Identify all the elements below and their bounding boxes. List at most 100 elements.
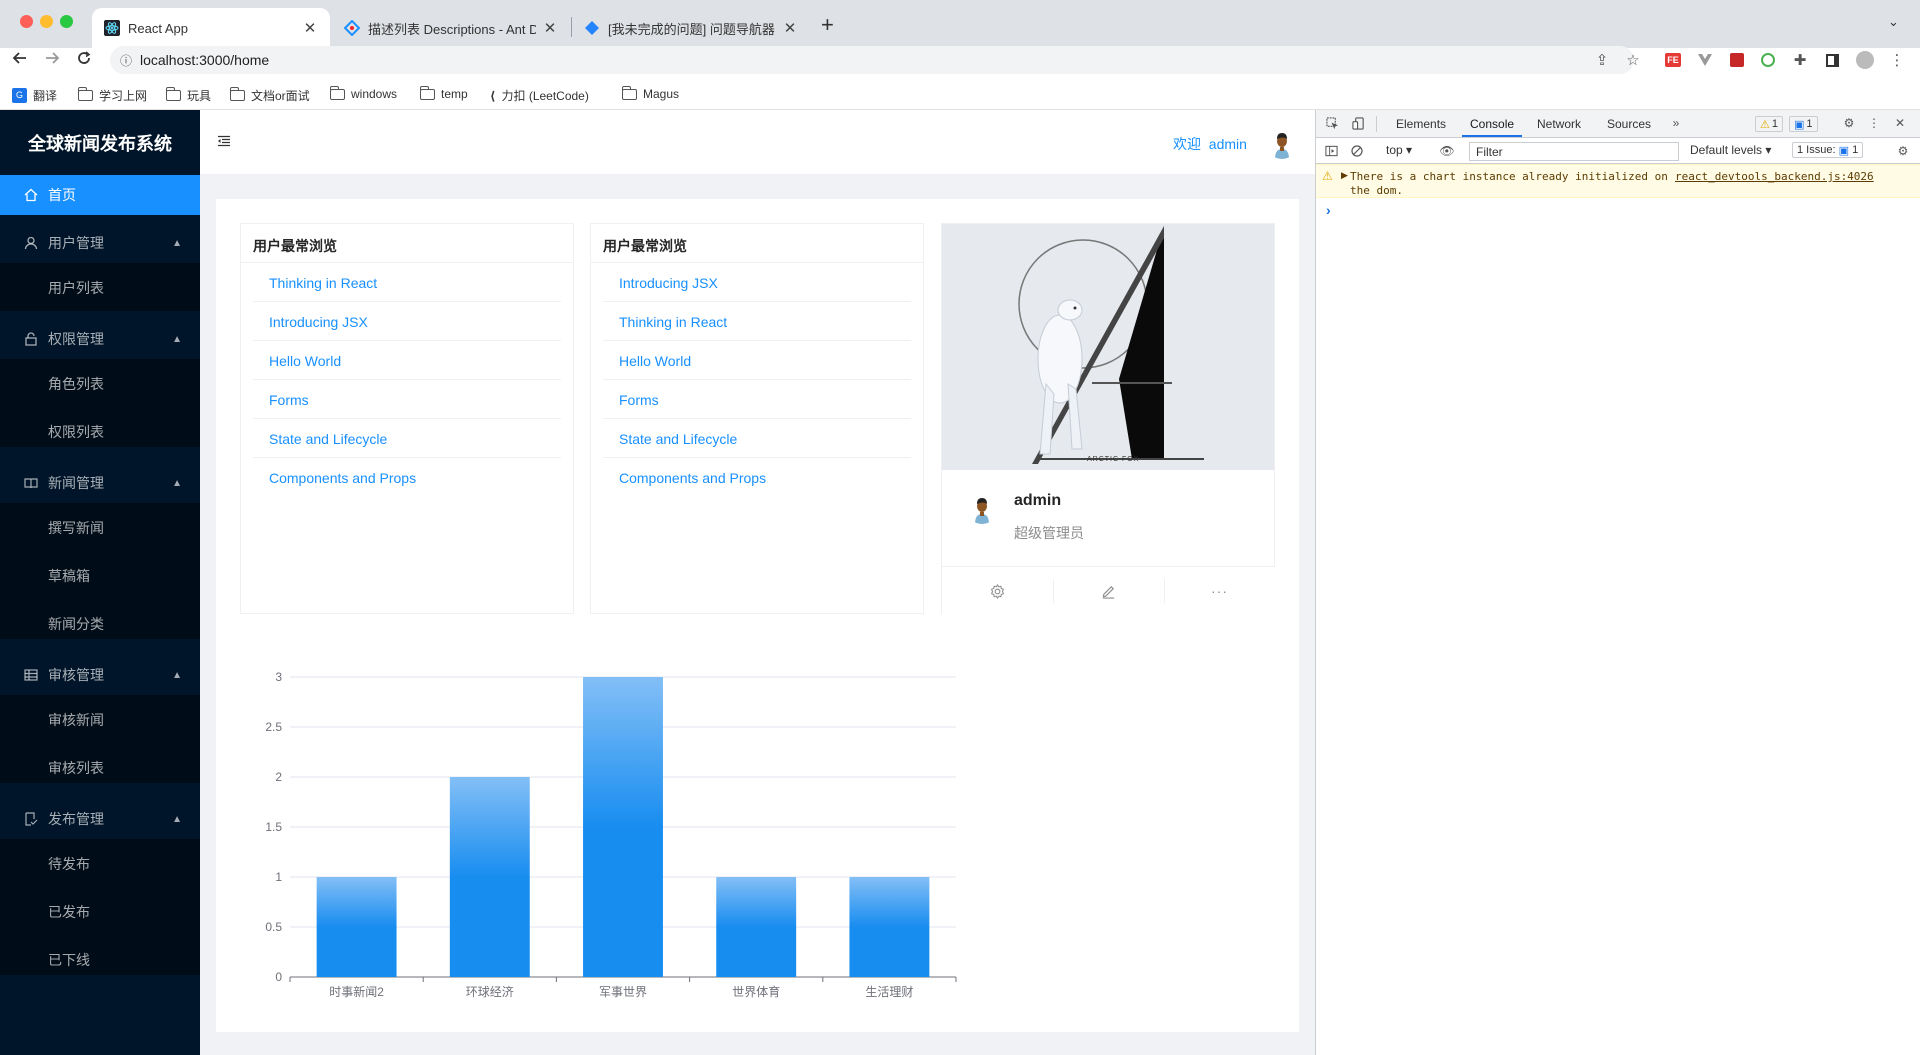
user-avatar[interactable] (1266, 127, 1298, 159)
site-info-icon[interactable]: ⓘ (120, 52, 132, 69)
menu-item-unpublished[interactable]: 待发布 (0, 843, 200, 883)
chevron-up-icon: ▲ (172, 477, 182, 489)
extension-vue-icon[interactable] (1695, 50, 1715, 70)
clear-console-icon[interactable] (1349, 143, 1365, 159)
bookmark-folder[interactable]: 学习上网 (77, 87, 147, 104)
message-count-badge[interactable]: ▣ 1 (1789, 116, 1818, 132)
forward-arrow-icon[interactable] (44, 50, 60, 71)
list-item[interactable]: Forms (603, 380, 911, 419)
menu-item-role-list[interactable]: 角色列表 (0, 363, 200, 403)
devtools-tab-elements[interactable]: Elements (1396, 117, 1446, 131)
bar[interactable] (583, 677, 663, 977)
devtools-menu-icon[interactable]: ⋮ (1866, 115, 1882, 131)
menu-item-published[interactable]: 已发布 (0, 891, 200, 931)
live-expression-eye-icon[interactable]: 👁 (1439, 143, 1455, 159)
menu-group-audit[interactable]: 审核管理 ▲ (0, 655, 200, 695)
browser-tab-ant-design[interactable]: 描述列表 Descriptions - Ant Design ✕ (332, 8, 570, 48)
bookmark-folder[interactable]: Magus (621, 85, 680, 101)
bookmark-leetcode[interactable]: ⟨ 力扣 (LeetCode) (490, 87, 589, 104)
log-levels-dropdown[interactable]: Default levels ▾ (1690, 143, 1771, 157)
address-bar[interactable]: ⓘ localhost:3000/home (110, 46, 1634, 74)
menu-item-sunset[interactable]: 已下线 (0, 939, 200, 979)
devtools-tab-network[interactable]: Network (1537, 117, 1581, 131)
reload-icon[interactable] (76, 50, 92, 71)
console-prompt[interactable]: › (1326, 202, 1331, 218)
devtools-tab-sources[interactable]: Sources (1607, 117, 1651, 131)
close-tab-icon[interactable]: ✕ (782, 19, 798, 37)
bookmark-label: Magus (643, 87, 680, 101)
list-item[interactable]: Hello World (253, 341, 561, 380)
list-item[interactable]: Thinking in React (603, 302, 911, 341)
warning-source-link[interactable]: react_devtools_backend.js:4026 (1675, 170, 1874, 183)
bookmark-translate[interactable]: G 翻译 (12, 87, 57, 104)
side-panel-icon[interactable] (1822, 50, 1842, 70)
issues-badge[interactable]: 1 Issue: ▣ 1 (1792, 142, 1864, 158)
menu-item-drafts[interactable]: 草稿箱 (0, 555, 200, 595)
more-button[interactable]: ··· (1164, 567, 1275, 615)
browser-tab-react-app[interactable]: React App ✕ (92, 8, 330, 48)
close-window-button[interactable] (20, 15, 33, 28)
new-tab-button[interactable]: + (821, 12, 834, 38)
list-item[interactable]: Components and Props (603, 458, 911, 497)
more-tabs-icon[interactable]: » (1668, 115, 1684, 131)
devtools-close-icon[interactable]: ✕ (1892, 115, 1908, 131)
console-filter-input[interactable]: Filter (1469, 142, 1679, 161)
list-item[interactable]: Introducing JSX (253, 302, 561, 341)
menu-item-right-list[interactable]: 权限列表 (0, 411, 200, 451)
devtools-settings-icon[interactable]: ⚙ (1841, 115, 1857, 131)
minimize-window-button[interactable] (40, 15, 53, 28)
menu-group-permission[interactable]: 权限管理 ▲ (0, 319, 200, 359)
list-item[interactable]: Hello World (603, 341, 911, 380)
browser-menu-icon[interactable]: ⋮ (1887, 50, 1907, 70)
menu-item-audit-list[interactable]: 审核列表 (0, 747, 200, 787)
close-tab-icon[interactable]: ✕ (542, 19, 558, 37)
maximize-window-button[interactable] (60, 15, 73, 28)
tab-search-chevron-icon[interactable]: ⌄ (1888, 14, 1899, 30)
menu-item-home[interactable]: 首页 (0, 175, 200, 215)
back-arrow-icon[interactable] (12, 50, 28, 71)
extension-green-icon[interactable] (1758, 50, 1778, 70)
edit-button[interactable] (1053, 567, 1164, 615)
inspect-element-icon[interactable] (1324, 115, 1340, 131)
menu-item-user-list[interactable]: 用户列表 (0, 267, 200, 307)
bar[interactable] (849, 877, 930, 977)
browser-tab-jira[interactable]: [我未完成的问题] 问题导航器 - JIRA ✕ (572, 8, 810, 48)
devtools-tab-console[interactable]: Console (1470, 117, 1514, 131)
menu-fold-icon[interactable] (217, 134, 231, 148)
settings-button[interactable] (942, 567, 1053, 615)
menu-group-user[interactable]: 用户管理 ▲ (0, 223, 200, 263)
header-username[interactable]: admin (1209, 136, 1247, 152)
list-item[interactable]: Components and Props (253, 458, 561, 497)
menu-item-news-category[interactable]: 新闻分类 (0, 603, 200, 643)
menu-group-publish[interactable]: 发布管理 ▲ (0, 799, 200, 839)
menu-item-write-news[interactable]: 撰写新闻 (0, 507, 200, 547)
console-sidebar-icon[interactable] (1323, 143, 1339, 159)
close-tab-icon[interactable]: ✕ (302, 19, 318, 37)
extensions-puzzle-icon[interactable]: ✚ (1790, 50, 1810, 70)
profile-avatar-icon[interactable] (1855, 50, 1875, 70)
warning-count-badge[interactable]: ⚠ 1 (1755, 116, 1783, 132)
bar[interactable] (449, 777, 530, 977)
bookmark-folder[interactable]: 玩具 (165, 87, 211, 104)
extension-red-icon[interactable] (1727, 50, 1747, 70)
list-item[interactable]: State and Lifecycle (603, 419, 911, 458)
bookmark-star-icon[interactable]: ☆ (1623, 50, 1643, 70)
list-item[interactable]: State and Lifecycle (253, 419, 561, 458)
device-toolbar-icon[interactable] (1350, 115, 1366, 131)
context-selector[interactable]: top ▾ (1386, 143, 1412, 157)
bookmark-folder[interactable]: 文档or面试 (229, 87, 310, 104)
bar[interactable] (316, 877, 397, 977)
list-item[interactable]: Introducing JSX (603, 263, 911, 302)
y-tick-label: 2.5 (265, 720, 282, 734)
list-item[interactable]: Forms (253, 380, 561, 419)
share-icon[interactable]: ⇪ (1592, 50, 1612, 70)
extension-fe-icon[interactable]: FE (1663, 50, 1683, 70)
list-item[interactable]: Thinking in React (253, 263, 561, 302)
bar[interactable] (716, 877, 797, 977)
bookmark-folder[interactable]: temp (419, 85, 468, 101)
menu-item-audit-news[interactable]: 审核新闻 (0, 699, 200, 739)
console-settings-icon[interactable]: ⚙ (1895, 143, 1911, 159)
menu-group-news[interactable]: 新闻管理 ▲ (0, 463, 200, 503)
bookmark-folder[interactable]: windows (329, 85, 397, 101)
expand-triangle-icon[interactable]: ▶ (1341, 170, 1348, 181)
